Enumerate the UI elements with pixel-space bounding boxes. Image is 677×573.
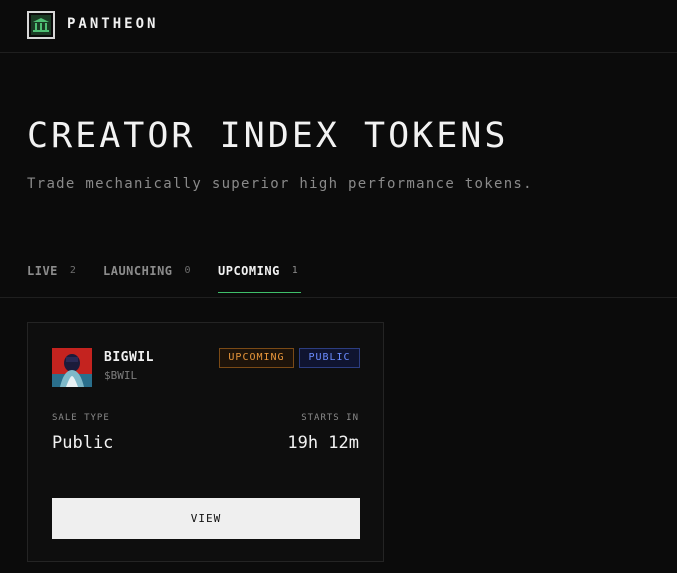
sale-type-label: SALE TYPE [52, 413, 110, 423]
starts-in-value: 19h 12m [287, 433, 359, 453]
access-badge: PUBLIC [299, 348, 360, 368]
page-subtitle: Trade mechanically superior high perform… [27, 176, 533, 192]
brand-name[interactable]: PANTHEON [67, 16, 158, 32]
tab-label: UPCOMING [218, 264, 280, 278]
top-bar: PANTHEON [0, 0, 677, 53]
tab-live[interactable]: LIVE 2 [27, 255, 76, 293]
tab-label: LAUNCHING [103, 264, 173, 278]
tab-label: LIVE [27, 264, 58, 278]
temple-icon[interactable] [27, 11, 55, 39]
token-ticker: $BWIL [104, 369, 138, 382]
starts-in-label: STARTS IN [301, 413, 359, 423]
tab-upcoming[interactable]: UPCOMING 1 [218, 255, 301, 293]
tab-count: 1 [291, 265, 298, 276]
view-button[interactable]: VIEW [52, 498, 360, 539]
tab-launching[interactable]: LAUNCHING 0 [103, 255, 191, 293]
tab-bar: LIVE 2 LAUNCHING 0 UPCOMING 1 [0, 255, 677, 298]
token-avatar [52, 348, 92, 387]
status-badge: UPCOMING [219, 348, 294, 368]
token-card[interactable]: BIGWIL $BWIL UPCOMING PUBLIC SALE TYPE P… [27, 322, 384, 562]
tab-count: 0 [184, 265, 191, 276]
tab-count: 2 [69, 265, 76, 276]
token-name: BIGWIL [104, 350, 154, 365]
page-title: CREATOR INDEX TOKENS [27, 116, 509, 156]
sale-type-value: Public [52, 433, 114, 453]
